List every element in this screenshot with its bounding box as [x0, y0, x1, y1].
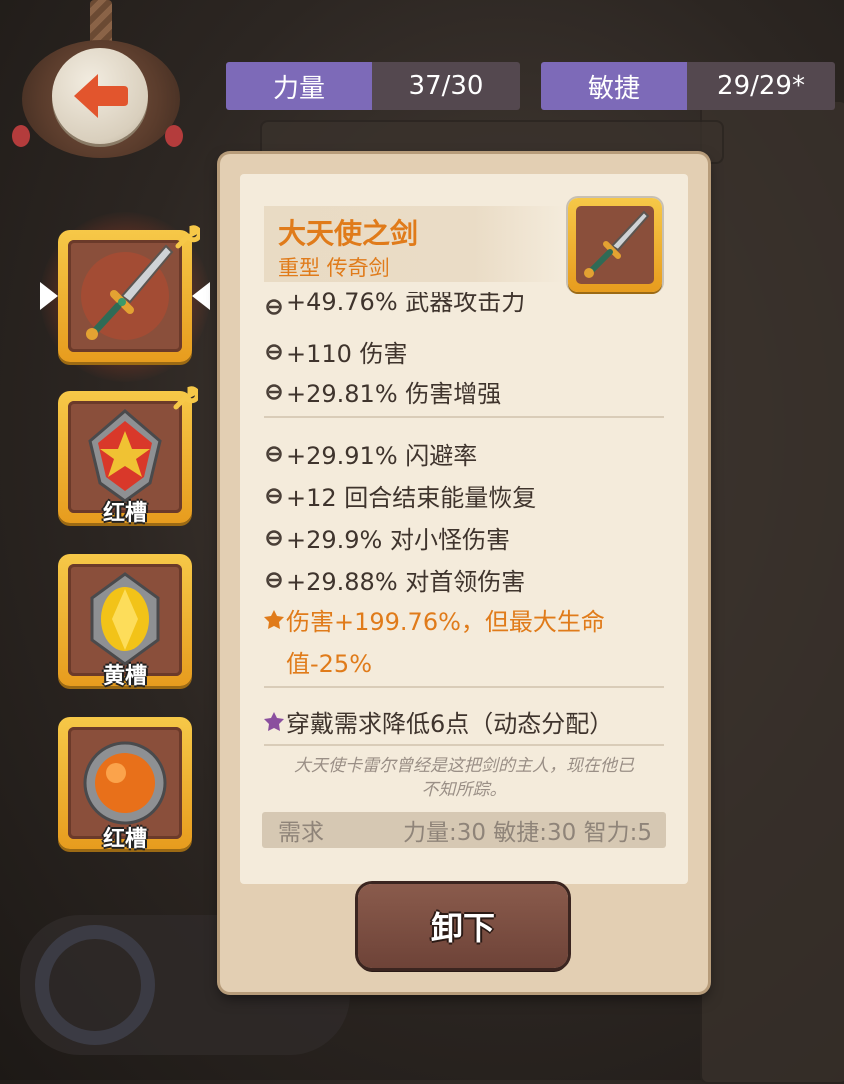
requirements-values: 力量:30 敏捷:30 智力:5	[402, 820, 652, 846]
item-icon	[568, 198, 662, 292]
selected-marker-left-icon	[40, 282, 58, 310]
bullet-icon	[262, 298, 286, 316]
attribute-row: +12 回合结束能量恢复	[262, 478, 536, 513]
bullet-icon	[262, 529, 286, 547]
wrench-icon	[173, 386, 198, 410]
tassel-decoration	[12, 125, 30, 147]
slot-red-gem[interactable]: 红槽	[58, 386, 198, 526]
attribute-text: +12 回合结束能量恢复	[286, 484, 537, 512]
tassel-decoration	[165, 125, 183, 147]
attribute-row: +49.76% 武器攻击力	[262, 292, 525, 322]
stat-label: 力量	[226, 62, 372, 110]
special-attribute-text: 值-25%	[286, 650, 373, 678]
attribute-row: +29.91% 闪避率	[262, 436, 477, 471]
divider	[264, 744, 664, 746]
slot-red-orb[interactable]: 红槽	[58, 717, 192, 852]
description-line: 大天使卡雷尔曾经是这把剑的主人，现在他已	[294, 756, 634, 776]
attribute-text: +49.76% 武器攻击力	[286, 292, 526, 316]
slot-yellow-gem[interactable]: 黄槽	[58, 554, 192, 689]
bullet-icon	[262, 383, 286, 401]
attribute-row: +29.9% 对小怪伤害	[262, 520, 510, 555]
bullet-icon	[262, 571, 286, 589]
attribute-row: +29.88% 对首领伤害	[262, 562, 525, 597]
orange-star-icon	[262, 609, 286, 631]
item-type: 重型 传奇剑	[278, 256, 390, 280]
attribute-text: +110 伤害	[286, 340, 408, 368]
attribute-text: +29.9% 对小怪伤害	[286, 526, 510, 554]
back-arrow-icon	[74, 74, 128, 118]
background-ring	[35, 925, 155, 1045]
enchant-row: 穿戴需求降低6点（动态分配）	[262, 704, 613, 739]
slot-label: 红槽	[102, 827, 147, 852]
attribute-text: +29.91% 闪避率	[286, 442, 478, 470]
item-name: 大天使之剑	[278, 217, 419, 250]
stat-value: 37/30	[372, 62, 520, 110]
special-attribute-row: 伤害+199.76%，但最大生命	[262, 602, 605, 637]
slot-frame	[68, 240, 182, 352]
requirements-label: 需求	[278, 820, 324, 846]
item-description: 大天使卡雷尔曾经是这把剑的主人，现在他已 不知所踪。	[262, 754, 666, 802]
sword-icon	[81, 244, 174, 340]
selected-marker-right-icon	[192, 282, 210, 310]
description-line: 不知所踪。	[421, 780, 507, 800]
back-button[interactable]	[52, 48, 148, 144]
stat-agility: 敏捷 29/29*	[541, 62, 835, 110]
special-attribute-row-cont: 值-25%	[286, 644, 372, 679]
stat-label: 敏捷	[541, 62, 687, 110]
special-attribute-text: 伤害+199.76%，但最大生命	[286, 608, 605, 636]
unequip-button[interactable]: 卸下	[358, 884, 568, 968]
wrench-icon	[175, 225, 200, 249]
attribute-row: +110 伤害	[262, 334, 408, 369]
bullet-icon	[262, 445, 286, 463]
slot-label: 黄槽	[102, 664, 147, 689]
divider	[264, 416, 664, 418]
stat-strength: 力量 37/30	[226, 62, 520, 110]
stat-value: 29/29*	[687, 62, 835, 110]
attribute-row: +29.81% 伤害增强	[262, 374, 501, 409]
sword-icon	[584, 210, 650, 278]
slot-label: 红槽	[102, 501, 147, 526]
attribute-text: +29.81% 伤害增强	[286, 380, 502, 408]
divider	[264, 686, 664, 688]
purple-star-icon	[262, 711, 286, 733]
bullet-icon	[262, 487, 286, 505]
slot-weapon[interactable]	[58, 225, 200, 362]
bullet-icon	[262, 343, 286, 361]
background-shelf	[700, 100, 844, 1084]
attribute-text: +29.88% 对首领伤害	[286, 568, 526, 596]
enchant-text: 穿戴需求降低6点（动态分配）	[286, 710, 614, 738]
requirements-bar: 需求 力量:30 敏捷:30 智力:5	[262, 812, 666, 848]
item-icon-frame	[576, 206, 654, 284]
